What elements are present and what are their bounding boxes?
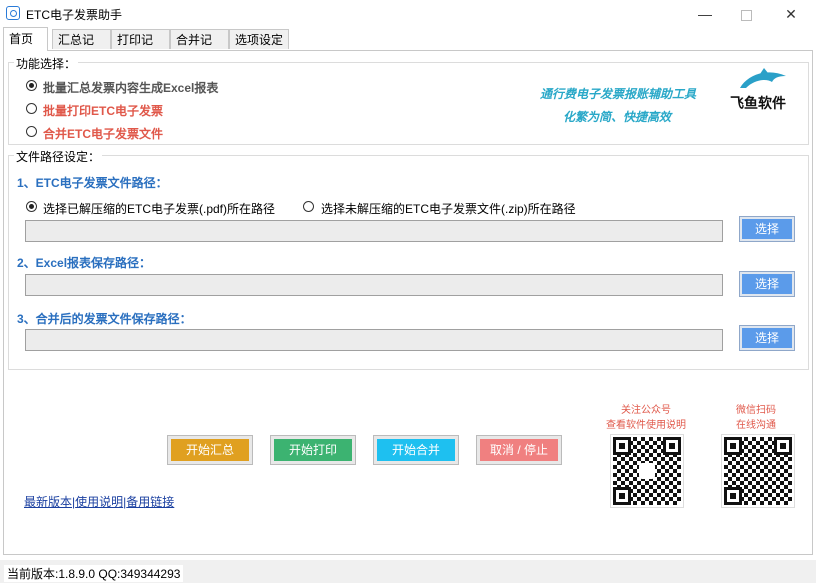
public-caption-line2: 查看软件使用说明 bbox=[606, 420, 686, 431]
tab-home[interactable]: 首页 bbox=[3, 27, 48, 51]
backup-link[interactable]: 备用链接 bbox=[126, 495, 174, 509]
excel-path-input[interactable] bbox=[25, 274, 723, 296]
manual-link[interactable]: 使用说明 bbox=[75, 495, 123, 509]
radio-pdf-path[interactable] bbox=[26, 201, 37, 212]
option-merge-label[interactable]: 合并ETC电子发票文件 bbox=[43, 125, 163, 142]
tab-print-records[interactable]: 打印记录 bbox=[111, 29, 170, 67]
merge-path-input[interactable] bbox=[25, 329, 723, 351]
wechat-caption-line1: 微信扫码 bbox=[736, 405, 776, 416]
minimize-button[interactable]: — bbox=[682, 0, 728, 28]
tab-summary-records[interactable]: 汇总记录 bbox=[52, 29, 111, 67]
section-merge-path: 3、合并后的发票文件保存路径： bbox=[17, 312, 192, 326]
select-etc-path-button[interactable]: 选择 bbox=[739, 216, 795, 242]
radio-zip-path[interactable] bbox=[303, 201, 314, 212]
cancel-stop-button[interactable]: 取消 / 停止 bbox=[476, 435, 562, 465]
start-print-label: 开始打印 bbox=[274, 439, 352, 461]
dolphin-logo-icon bbox=[740, 68, 786, 88]
window-title: ETC电子发票助手 bbox=[26, 8, 123, 22]
radio-pdf-label[interactable]: 选择已解压缩的ETC电子发票(.pdf)所在路径 bbox=[43, 200, 275, 217]
option-print-label[interactable]: 批量打印ETC电子发票 bbox=[43, 102, 163, 119]
start-summary-label: 开始汇总 bbox=[171, 439, 249, 461]
select-merge-path-button[interactable]: 选择 bbox=[739, 325, 795, 351]
app-icon bbox=[6, 6, 20, 20]
section-excel-path: 2、Excel报表保存路径： bbox=[17, 256, 152, 270]
wechat-caption-line2: 在线沟通 bbox=[736, 420, 776, 431]
select-button-label: 选择 bbox=[742, 274, 792, 294]
public-account-qr-icon bbox=[610, 434, 684, 508]
public-account-caption: 关注公众号 查看软件使用说明 bbox=[598, 403, 694, 433]
wechat-caption: 微信扫码 在线沟通 bbox=[716, 403, 796, 433]
start-summary-button[interactable]: 开始汇总 bbox=[167, 435, 253, 465]
start-merge-button[interactable]: 开始合并 bbox=[373, 435, 459, 465]
maximize-icon bbox=[740, 9, 752, 21]
select-excel-path-button[interactable]: 选择 bbox=[739, 271, 795, 297]
links-row: 最新版本|使用说明|备用链接 bbox=[24, 493, 174, 510]
start-merge-label: 开始合并 bbox=[377, 439, 455, 461]
option-summary-label[interactable]: 批量汇总发票内容生成Excel报表 bbox=[43, 79, 218, 96]
tab-options[interactable]: 选项设定 bbox=[229, 29, 289, 49]
cancel-stop-label: 取消 / 停止 bbox=[480, 439, 558, 461]
start-print-button[interactable]: 开始打印 bbox=[270, 435, 356, 465]
function-group-title: 功能选择： bbox=[14, 55, 79, 72]
radio-zip-label[interactable]: 选择未解压缩的ETC电子发票文件(.zip)所在路径 bbox=[321, 200, 576, 217]
maximize-button[interactable] bbox=[723, 0, 769, 28]
select-button-label: 选择 bbox=[742, 328, 792, 348]
select-button-label: 选择 bbox=[742, 219, 792, 239]
public-caption-line1: 关注公众号 bbox=[621, 405, 671, 416]
section-etc-path: 1、ETC电子发票文件路径： bbox=[17, 176, 168, 190]
latest-version-link[interactable]: 最新版本 bbox=[24, 495, 72, 509]
radio-summary[interactable] bbox=[26, 80, 37, 91]
radio-print[interactable] bbox=[26, 103, 37, 114]
path-group-title: 文件路径设定： bbox=[14, 148, 103, 165]
radio-merge[interactable] bbox=[26, 126, 37, 137]
tab-merge-records[interactable]: 合并记录 bbox=[170, 29, 229, 67]
close-button[interactable]: ✕ bbox=[768, 0, 814, 28]
slogan-line1: 通行费电子发票报账辅助工具 bbox=[540, 87, 697, 101]
brand-name: 飞鱼软件 bbox=[730, 95, 786, 111]
wechat-qr-icon bbox=[721, 434, 795, 508]
slogan-line2: 化繁为简、快捷高效 bbox=[563, 110, 672, 124]
etc-path-input[interactable] bbox=[25, 220, 723, 242]
status-version-text: 当前版本:1.8.9.0 QQ:349344293 bbox=[4, 565, 184, 582]
